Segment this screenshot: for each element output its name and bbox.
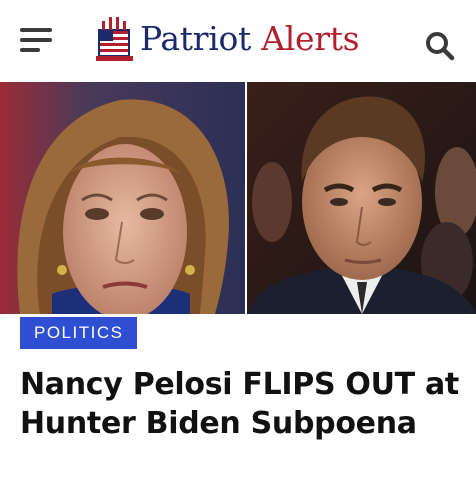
site-name: Patriot Alerts xyxy=(140,18,360,58)
category-badge[interactable]: POLITICS xyxy=(20,317,138,349)
site-header: Patriot Alerts xyxy=(0,0,476,80)
site-name-word-1: Patriot xyxy=(140,18,252,58)
site-name-word-2: Alerts xyxy=(261,18,360,58)
search-icon[interactable] xyxy=(424,30,456,62)
article-photo-left[interactable] xyxy=(0,82,245,314)
article-photo-right[interactable] xyxy=(247,82,476,314)
hamburger-menu-icon[interactable] xyxy=(20,28,56,54)
article-headline[interactable]: Nancy Pelosi FLIPS OUT at Hunter Biden S… xyxy=(20,365,460,443)
site-logo[interactable]: Patriot Alerts xyxy=(94,8,360,68)
capitol-flag-logo-icon xyxy=(96,17,133,61)
